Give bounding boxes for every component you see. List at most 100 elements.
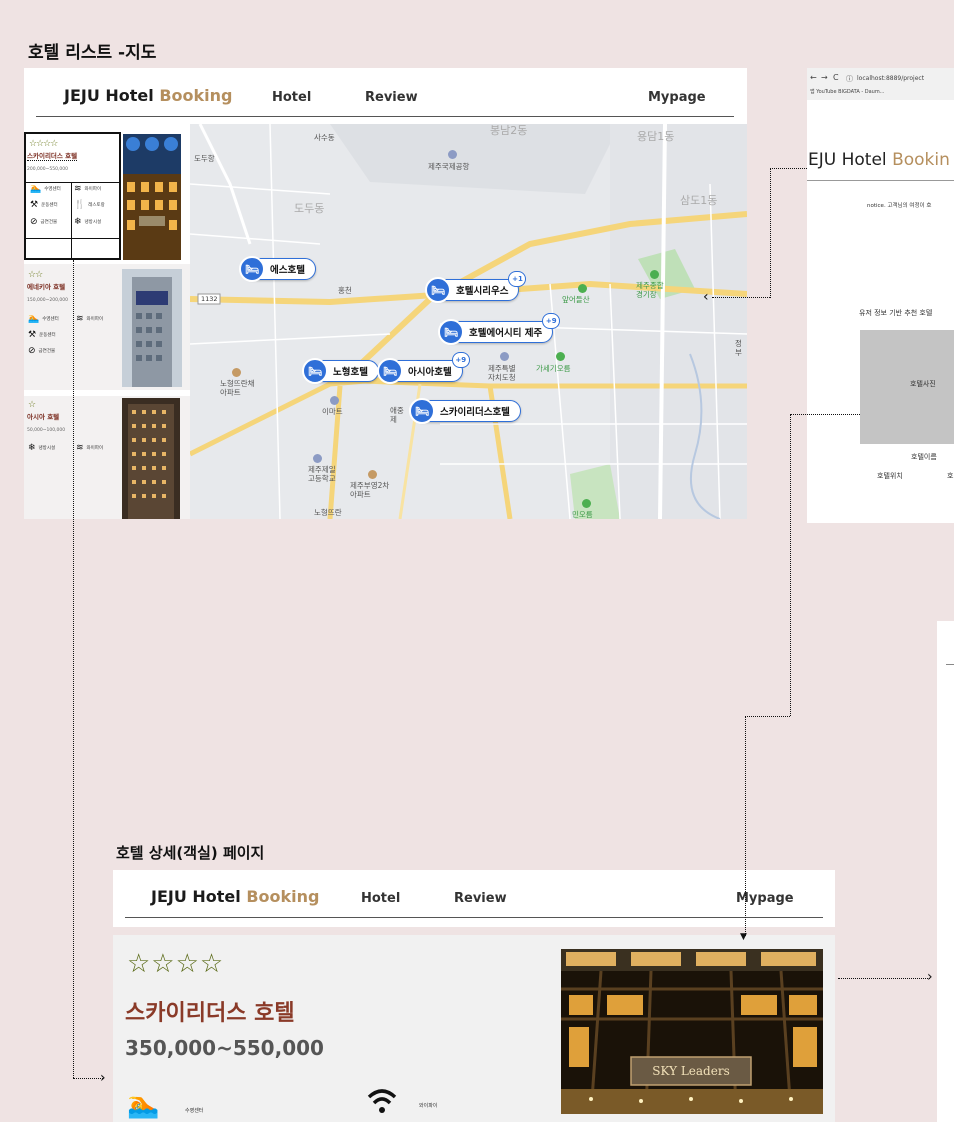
hotel-card[interactable]: ☆ 아시아 호텔 50,000~100,000 ❄ 냉방시설 ≋ 와이파이	[24, 396, 190, 519]
hotel-main-photo[interactable]: SKY Leaders	[561, 949, 823, 1114]
hotel-price: 150,000~200,000	[27, 298, 68, 303]
dumbbell-icon: ⚒	[30, 200, 39, 210]
info-icon: ⓘ	[846, 75, 853, 83]
bed-icon: 🛏	[409, 398, 435, 424]
swimmer-icon: 🏊	[127, 1090, 160, 1120]
map-label-dodu-harbor: 도두항	[194, 154, 215, 163]
browser-window-secondary	[937, 621, 954, 1122]
flow-connector	[790, 414, 860, 415]
mountain-icon	[578, 284, 587, 293]
map-marker-hotel[interactable]: 🛏 노형호텔	[302, 358, 379, 384]
stadium-icon	[650, 270, 659, 279]
nav-mypage[interactable]: Mypage	[648, 90, 706, 105]
bed-icon: 🛏	[302, 358, 328, 384]
logo-accent: Booking	[246, 887, 320, 906]
hotel-photo	[122, 269, 182, 387]
site-logo[interactable]: JEJU Hotel Booking	[64, 86, 233, 105]
apartment-icon	[232, 368, 241, 377]
nav-hotel[interactable]: Hotel	[361, 891, 400, 906]
ac-icon: ❄	[28, 443, 36, 453]
amenity-ac: ❄ 냉방시설	[74, 217, 102, 227]
map-marker-hotel[interactable]: 🛏 아시아호텔 +9	[377, 352, 470, 384]
secondary-divider	[946, 664, 954, 665]
map-label-noheong-apt: 노형뜨란채 아파트	[220, 379, 255, 397]
bookmarks-bar[interactable]: 앱 YouTube BIGDATA - Daum...	[810, 88, 884, 95]
emart-icon	[330, 396, 339, 405]
nav-divider	[125, 917, 823, 918]
hotel-card[interactable]: ☆☆ 에네키아 호텔 150,000~200,000 🏊 수영센터 ≋ 와이파이 ⚒…	[24, 264, 190, 390]
flow-connector	[770, 168, 771, 298]
hotel-extra-placeholder: 호	[947, 472, 954, 480]
wifi-icon: ≋	[76, 443, 84, 453]
amenity-nosmoking: ⊘ 금연건물	[30, 217, 58, 227]
map-marker-hotel[interactable]: 🛏 스카이리더스호텔	[409, 398, 521, 424]
logo-text: JEJU Hotel	[151, 887, 247, 906]
browser-divider	[807, 180, 954, 181]
flow-connector	[790, 414, 791, 716]
nav-hotel[interactable]: Hotel	[272, 90, 311, 105]
school-icon	[313, 454, 322, 463]
map-label-jejucheil: 제주제일 고등학교	[308, 465, 336, 483]
flow-connector	[745, 716, 746, 936]
amenity-gym: ⚒ 운동센터	[28, 330, 56, 340]
map-label-yongdam: 용담1동	[637, 130, 675, 143]
bed-icon: 🛏	[425, 277, 451, 303]
section-title-detail: 호텔 상세(객실) 페이지	[116, 844, 265, 862]
map-label-hongcheon: 홍천	[338, 286, 352, 295]
wifi-icon	[367, 1085, 397, 1115]
hotel-price: 50,000~100,000	[27, 428, 66, 433]
swimmer-icon: 🏊	[30, 184, 42, 194]
swimmer-icon: 🏊	[28, 314, 40, 324]
map-label-busan: 제주부영2차 아파트	[350, 481, 390, 499]
map-label-airport: 제주국제공항	[428, 162, 470, 171]
map-marker-hotel[interactable]: 🛏 호텔시리우스 +1	[425, 271, 527, 303]
dumbbell-icon: ⚒	[28, 330, 37, 340]
hotel-stars: ☆☆	[28, 270, 43, 280]
government-icon	[500, 352, 509, 361]
amenity-wifi: ≋ 와이파이	[76, 443, 104, 453]
map-label-dodu: 도두동	[294, 202, 325, 215]
nav-divider	[36, 116, 734, 117]
nav-review[interactable]: Review	[454, 891, 507, 906]
amenity-pool: 🏊 수영센터	[28, 314, 59, 324]
map-label-stadium: 제주종합 경기장	[636, 281, 664, 299]
browser-logo[interactable]: JEJU Hotel Bookin	[807, 150, 950, 170]
forward-icon[interactable]: →	[821, 73, 828, 82]
wifi-icon: ≋	[76, 314, 84, 324]
map-label-road: 1132	[201, 295, 218, 303]
site-logo[interactable]: JEJU Hotel Booking	[151, 887, 320, 906]
no-smoking-icon: ⊘	[28, 346, 36, 356]
wifi-icon: ≋	[74, 184, 82, 194]
hotel-name: 스카이리더스 호텔	[125, 1001, 295, 1026]
hotel-card[interactable]: ☆☆☆☆ 스카이리더스 호텔 200,000~550,000 🏊 수영센터 ≋ 와이…	[24, 124, 190, 264]
amenity-label: 수영센터	[185, 1108, 204, 1114]
hotel-photo-placeholder	[860, 330, 954, 444]
hotel-stars: ☆☆☆☆	[29, 139, 58, 149]
map-label-sasu: 사수동	[314, 133, 335, 142]
map-marker-hotel[interactable]: 🛏 에스호텔	[239, 256, 316, 282]
oreum-icon	[556, 352, 565, 361]
flow-connector	[838, 978, 930, 979]
flow-connector	[73, 1078, 103, 1079]
hotel-photo	[123, 134, 181, 260]
hotel-price: 350,000~550,000	[125, 1036, 324, 1060]
oreum-icon	[582, 499, 591, 508]
hotel-stars: ☆	[28, 400, 36, 410]
hotel-map[interactable]: 1132 사수동 봉남2동 용담1동 도두항 제주국제공항 도두동 삼도1동 홍…	[190, 124, 747, 519]
map-label-samdo: 삼도1동	[680, 194, 718, 207]
back-icon[interactable]: ←	[810, 73, 817, 82]
browser-window-main: ← → C ⓘ localhost:8889/project 앱 YouTube…	[807, 68, 954, 523]
hotel-name: 아시아 호텔	[27, 413, 60, 421]
flow-connector	[745, 716, 790, 717]
hotel-name-placeholder: 호텔이름	[911, 453, 937, 461]
section-title-list-map: 호텔 리스트 -지도	[28, 43, 157, 63]
logo-text: JEJU Hotel	[64, 86, 160, 105]
reload-icon[interactable]: C	[833, 73, 839, 82]
hotel-stars: ☆☆☆☆	[127, 949, 225, 979]
url-text[interactable]: localhost:8889/project	[857, 75, 924, 82]
bed-icon: 🛏	[438, 319, 464, 345]
nav-review[interactable]: Review	[365, 90, 418, 105]
map-marker-hotel[interactable]: 🛏 호텔에어시티 제주 +9	[438, 313, 561, 345]
map-label-saeoreum: 앞어들산	[562, 295, 590, 304]
arrow-left-icon: ‹	[703, 289, 709, 305]
